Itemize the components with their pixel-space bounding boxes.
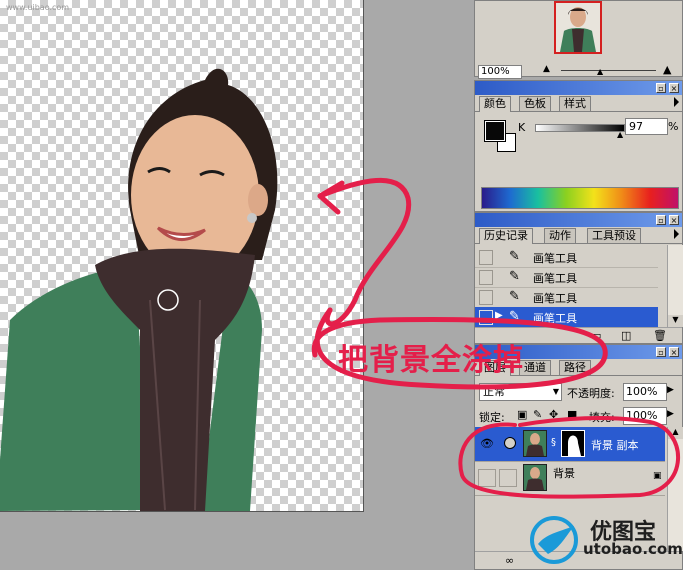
utobao-logo-icon [530, 516, 578, 564]
annotation-text: 把背景全涂掉 [338, 343, 524, 378]
watermark-en: utobao.com [583, 540, 683, 558]
annotation-overlay [311, 177, 681, 499]
